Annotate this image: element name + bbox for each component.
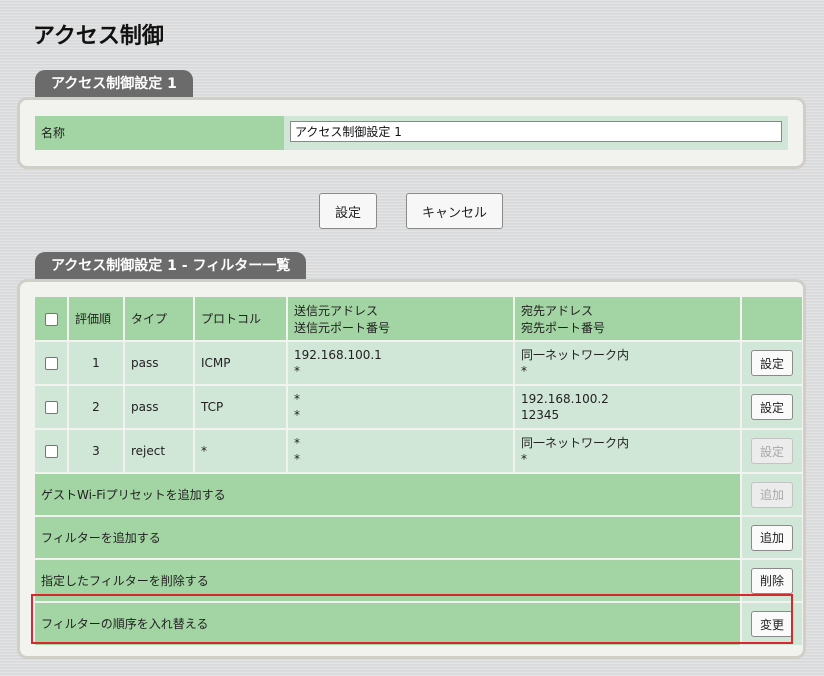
- row-settings-button-disabled: 設定: [751, 438, 793, 464]
- action-button-cell: 追加: [742, 517, 802, 558]
- protocol-cell: *: [195, 430, 286, 472]
- table-row: 2 pass TCP * * 192.168.100.2 12345 設定: [35, 386, 802, 428]
- add-filter-button[interactable]: 追加: [751, 524, 793, 551]
- table-row: 1 pass ICMP 192.168.100.1 * 同一ネットワーク内 * 設定: [35, 342, 802, 384]
- dst-header: 宛先アドレス 宛先ポート番号: [515, 297, 740, 340]
- type-cell: pass: [125, 342, 193, 384]
- type-header: タイプ: [125, 297, 193, 340]
- row-checkbox[interactable]: [44, 357, 58, 370]
- dst-port: *: [521, 452, 527, 466]
- action-button-cell: 追加: [742, 474, 802, 515]
- type-cell: reject: [125, 430, 193, 472]
- cancel-button[interactable]: キャンセル: [406, 193, 503, 229]
- src-port: *: [294, 364, 300, 378]
- name-value-cell: [284, 116, 788, 150]
- src-address: 192.168.100.1: [294, 348, 382, 362]
- select-all-header: [35, 297, 67, 340]
- filter-table: 評価順 タイプ プロトコル 送信元アドレス 送信元ポート番号 宛先アドレス 宛先ポー…: [33, 295, 804, 647]
- table-header-row: 評価順 タイプ プロトコル 送信元アドレス 送信元ポート番号 宛先アドレス 宛先ポー…: [35, 297, 802, 340]
- action-button-cell: 変更: [742, 603, 802, 645]
- row-settings-button[interactable]: 設定: [751, 350, 793, 376]
- dst-port: 12345: [521, 408, 560, 422]
- row-select-cell: [35, 342, 67, 384]
- add-filter-label: フィルターを追加する: [35, 517, 740, 558]
- table-row: 3 reject * * * 同一ネットワーク内 * 設定: [35, 430, 802, 472]
- row-button-cell: 設定: [742, 342, 802, 384]
- reorder-filter-label: フィルターの順序を入れ替える: [35, 603, 740, 645]
- row-button-cell: 設定: [742, 430, 802, 472]
- settings-panel: 名称: [17, 97, 806, 169]
- order-cell: 2: [69, 386, 123, 428]
- dst-address-header: 宛先アドレス: [521, 303, 594, 318]
- order-header: 評価順: [69, 297, 123, 340]
- action-row-delete-filter: 指定したフィルターを削除する 削除: [35, 560, 802, 601]
- dst-address: 同一ネットワーク内: [521, 436, 630, 450]
- dst-cell: 同一ネットワーク内 *: [515, 430, 740, 472]
- save-button[interactable]: 設定: [319, 193, 377, 229]
- dst-port: *: [521, 364, 527, 378]
- delete-filter-label: 指定したフィルターを削除する: [35, 560, 740, 601]
- name-label: 名称: [35, 116, 284, 150]
- src-cell: 192.168.100.1 *: [288, 342, 513, 384]
- dst-address: 192.168.100.2: [521, 392, 609, 406]
- order-cell: 1: [69, 342, 123, 384]
- page-title: アクセス制御: [33, 24, 164, 49]
- dst-cell: 192.168.100.2 12345: [515, 386, 740, 428]
- action-button-cell: 削除: [742, 560, 802, 601]
- filter-section-tab: アクセス制御設定 1 - フィルター一覧: [35, 252, 307, 279]
- dst-cell: 同一ネットワーク内 *: [515, 342, 740, 384]
- add-guest-wifi-label: ゲストWi-Fiプリセットを追加する: [35, 474, 740, 515]
- filter-panel: 評価順 タイプ プロトコル 送信元アドレス 送信元ポート番号 宛先アドレス 宛先ポー…: [17, 279, 806, 659]
- name-input[interactable]: [290, 121, 782, 142]
- dst-address: 同一ネットワーク内: [521, 348, 630, 362]
- action-row-guest-wifi: ゲストWi-Fiプリセットを追加する 追加: [35, 474, 802, 515]
- button-header: [742, 297, 802, 340]
- src-cell: * *: [288, 430, 513, 472]
- row-button-cell: 設定: [742, 386, 802, 428]
- add-guest-wifi-button: 追加: [751, 481, 793, 508]
- settings-section-tab: アクセス制御設定 1: [35, 70, 193, 97]
- src-address: *: [294, 392, 300, 406]
- src-cell: * *: [288, 386, 513, 428]
- src-header: 送信元アドレス 送信元ポート番号: [288, 297, 513, 340]
- delete-filter-button[interactable]: 削除: [751, 567, 793, 594]
- row-select-cell: [35, 430, 67, 472]
- src-port: *: [294, 408, 300, 422]
- protocol-cell: ICMP: [195, 342, 286, 384]
- src-port: *: [294, 452, 300, 466]
- src-address: *: [294, 436, 300, 450]
- reorder-filter-button[interactable]: 変更: [751, 611, 793, 637]
- src-address-header: 送信元アドレス: [294, 303, 379, 318]
- src-port-header: 送信元ポート番号: [294, 320, 391, 335]
- row-checkbox[interactable]: [44, 445, 58, 458]
- order-cell: 3: [69, 430, 123, 472]
- protocol-header: プロトコル: [195, 297, 286, 340]
- name-row: 名称: [35, 116, 788, 150]
- row-select-cell: [35, 386, 67, 428]
- row-checkbox[interactable]: [44, 401, 58, 414]
- dst-port-header: 宛先ポート番号: [521, 320, 606, 335]
- row-settings-button[interactable]: 設定: [751, 394, 793, 420]
- type-cell: pass: [125, 386, 193, 428]
- action-row-reorder: フィルターの順序を入れ替える 変更: [35, 603, 802, 645]
- select-all-checkbox[interactable]: [44, 312, 58, 326]
- action-row-add-filter: フィルターを追加する 追加: [35, 517, 802, 558]
- protocol-cell: TCP: [195, 386, 286, 428]
